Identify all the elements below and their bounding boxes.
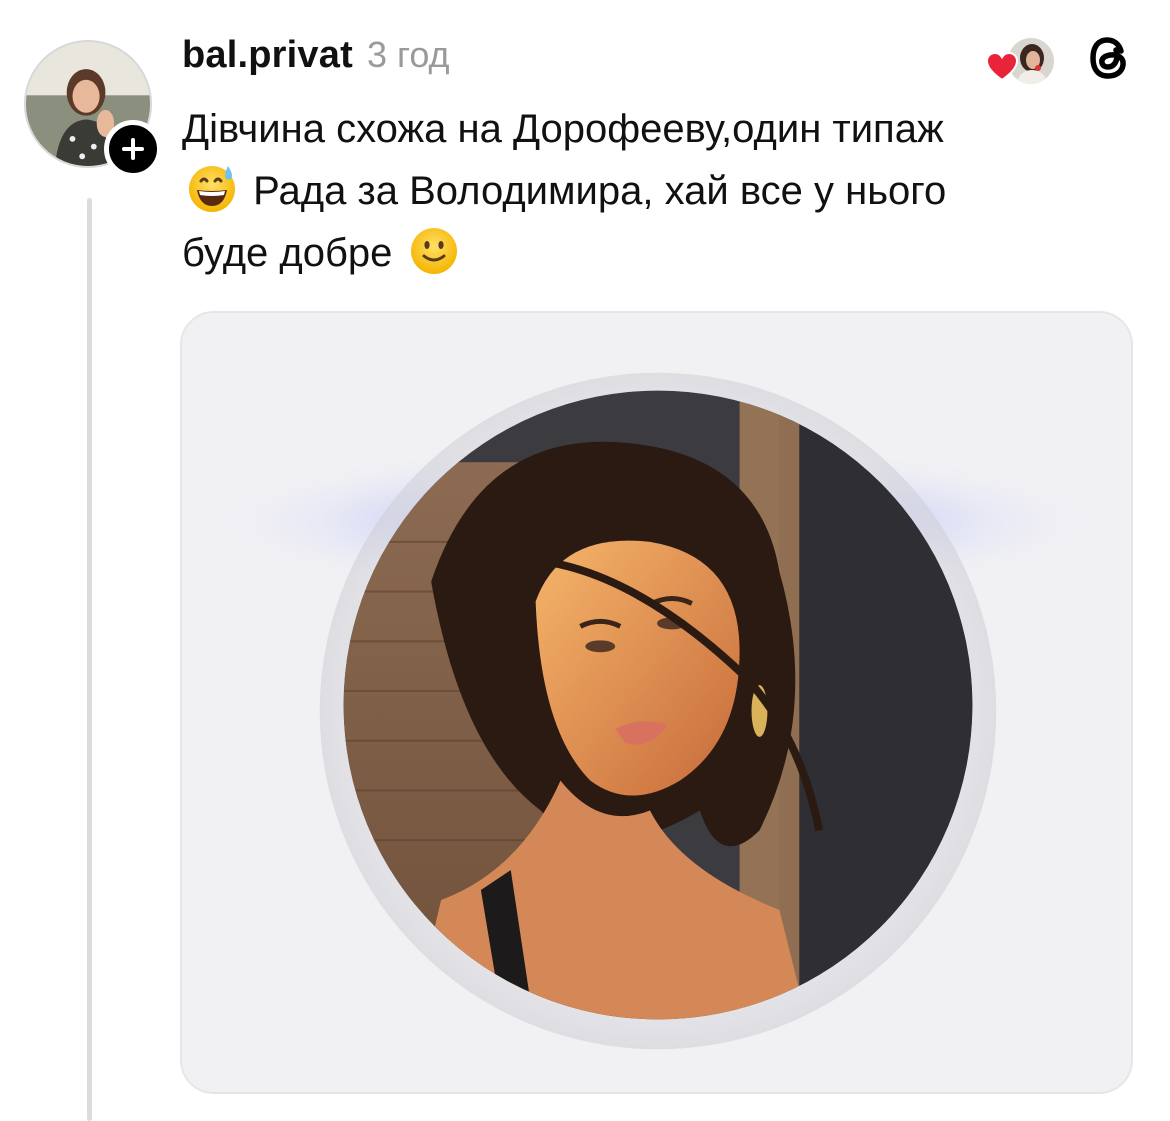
username[interactable]: bal.privat (182, 34, 353, 77)
post-text-line-3-content: буде добре (182, 231, 393, 275)
post-text: Дівчина схожа на Дорофееву,один типаж Ра… (182, 98, 1142, 284)
slightly-smiling-emoji (408, 224, 460, 276)
post-text-line-3: буде добре (182, 222, 1142, 284)
post-header-actions (986, 28, 1134, 88)
thread-connector-line (87, 198, 92, 1121)
follow-button[interactable] (104, 120, 162, 178)
plus-icon (122, 138, 144, 160)
heart-icon (986, 52, 1018, 82)
post-time: 3 год (366, 34, 450, 75)
post-image-card[interactable] (180, 311, 1133, 1094)
threads-logo-icon[interactable] (1086, 32, 1134, 84)
liked-by-indicator[interactable] (986, 32, 1058, 86)
thread-post: bal.privat 3 год Дівчина схожа на Дорофе… (0, 0, 1170, 1121)
author-avatar-wrap[interactable] (24, 40, 162, 178)
post-image[interactable] (182, 313, 1131, 1092)
post-header: bal.privat 3 год (182, 34, 450, 84)
grinning-sweat-emoji (186, 162, 238, 214)
post-text-line-1: Дівчина схожа на Дорофееву,один типаж (182, 107, 944, 151)
post-text-line-2-content: Рада за Володимира, хай все у нього (253, 169, 947, 213)
post-text-line-2: Рада за Володимира, хай все у нього (182, 160, 1142, 222)
